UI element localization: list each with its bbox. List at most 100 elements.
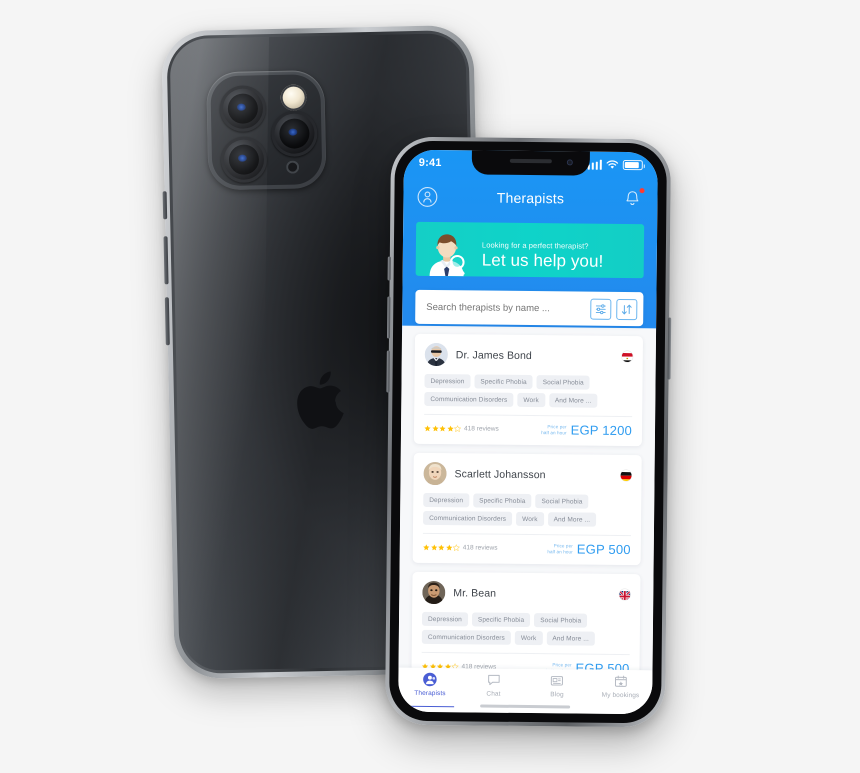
camera-module-inner — [210, 74, 323, 187]
star-rating-icon — [423, 544, 460, 552]
specialty-tags: Depression Specific Phobia Social Phobia… — [424, 373, 632, 408]
flag-germany — [620, 470, 632, 482]
specialty-tags: Depression Specific Phobia Social Phobia… — [423, 492, 631, 527]
front-phone-bezel: 9:41 Therapists Looking for a perfect th… — [388, 140, 668, 724]
camera-module — [206, 69, 327, 191]
back-phone-mute-switch — [162, 191, 168, 220]
profile-icon[interactable] — [416, 186, 438, 208]
camera-lens-bottom-left-icon — [220, 136, 268, 184]
therapist-card[interactable]: Mr. Bean Depression Specific Phobia Soci… — [411, 571, 641, 671]
specialty-tag[interactable]: And More ... — [546, 631, 596, 646]
microphone-hole-icon — [285, 160, 300, 174]
therapist-card-header: Scarlett Johansson — [423, 461, 632, 487]
page-title: Therapists — [496, 189, 565, 207]
price-label-line2: half an hour — [547, 548, 573, 554]
price-value: EGP 1200 — [570, 422, 633, 439]
therapist-card-header: Dr. James Bond — [424, 342, 633, 368]
therapist-card-header: Mr. Bean — [422, 580, 631, 606]
battery-icon — [622, 159, 643, 171]
price-label: Price per half an hour — [547, 543, 573, 555]
app-navigation-bar: Therapists — [403, 180, 657, 217]
device-notch — [471, 149, 590, 176]
wifi-icon — [606, 160, 619, 169]
earpiece-speaker — [509, 158, 552, 164]
rating-block: 418 reviews — [424, 425, 499, 433]
specialty-tags: Depression Specific Phobia Social Phobia… — [421, 611, 630, 646]
front-phone-device: 9:41 Therapists Looking for a perfect th… — [384, 136, 672, 728]
rating-block: 418 reviews — [423, 544, 498, 552]
therapist-list[interactable]: Dr. James Bond Depression Specific Phobi… — [398, 325, 657, 671]
chat-bubble-icon — [486, 673, 501, 688]
therapists-person-icon — [423, 672, 438, 687]
specialty-tag[interactable]: Social Phobia — [535, 494, 589, 509]
notification-bell-icon[interactable] — [622, 187, 646, 210]
specialty-tag[interactable]: Communication Disorders — [424, 391, 514, 407]
specialty-tag[interactable]: Work — [516, 511, 544, 527]
status-bar-time: 9:41 — [418, 156, 442, 170]
specialty-tag[interactable]: Specific Phobia — [471, 612, 531, 628]
specialty-tag[interactable]: Specific Phobia — [474, 374, 533, 390]
price-label-line2: half an hour — [541, 429, 567, 435]
front-phone-power-button — [667, 317, 672, 380]
price-label: Price per half an hour — [541, 424, 567, 436]
specialty-tag[interactable]: And More ... — [548, 393, 598, 408]
tab-my-bookings[interactable]: My bookings — [589, 674, 653, 700]
specialty-tag[interactable]: Communication Disorders — [423, 510, 513, 526]
specialty-tag[interactable]: Work — [517, 392, 545, 408]
camera-flash-icon — [280, 84, 307, 111]
specialty-tag[interactable]: Work — [514, 630, 543, 646]
reviews-count: 418 reviews — [462, 544, 498, 552]
avatar — [422, 580, 446, 605]
calendar-bookings-icon — [613, 674, 628, 689]
camera-lens-middle-right-icon — [270, 110, 318, 158]
front-phone-mute-switch — [387, 256, 391, 281]
apple-logo-icon — [297, 371, 344, 429]
specialty-tag[interactable]: And More ... — [547, 512, 597, 527]
tab-label: Therapists — [414, 689, 446, 698]
therapist-card-footer: 418 reviews Price per half an hour EGP 5… — [422, 532, 631, 566]
scene: 9:41 Therapists Looking for a perfect th… — [0, 0, 860, 773]
front-phone-volume-down-button — [386, 350, 390, 393]
phone-screen: 9:41 Therapists Looking for a perfect th… — [398, 149, 658, 715]
specialty-tag[interactable]: Social Phobia — [534, 613, 588, 628]
camera-lens-top-left-icon — [219, 85, 267, 133]
specialty-tag[interactable]: Depression — [423, 492, 470, 508]
doctor-with-magnifier-illustration — [416, 226, 479, 277]
avatar — [424, 342, 448, 367]
flag-egypt — [621, 351, 633, 363]
star-rating-icon — [424, 425, 462, 433]
status-bar-indicators — [583, 159, 643, 171]
tab-chat[interactable]: Chat — [462, 672, 526, 698]
therapist-card[interactable]: Dr. James Bond Depression Specific Phobi… — [413, 333, 644, 447]
sort-arrows-icon[interactable] — [616, 298, 638, 320]
blog-newspaper-icon — [550, 673, 565, 688]
promo-subtitle: Looking for a perfect therapist? — [481, 240, 589, 251]
promo-banner[interactable]: Looking for a perfect therapist? Let us … — [415, 221, 645, 279]
avatar — [423, 461, 447, 486]
front-camera-icon — [566, 159, 573, 166]
therapist-card[interactable]: Scarlett Johansson Depression Specific P… — [412, 452, 642, 566]
notification-badge — [638, 187, 646, 195]
search-input[interactable] — [426, 301, 586, 315]
specialty-tag[interactable]: Depression — [424, 373, 471, 389]
therapist-name: Scarlett Johansson — [454, 467, 546, 481]
filter-sliders-icon[interactable] — [590, 298, 612, 320]
therapist-card-footer: 418 reviews Price per half an hour EGP 1… — [423, 413, 633, 447]
promo-text-block: Looking for a perfect therapist? Let us … — [478, 240, 604, 277]
specialty-tag[interactable]: Communication Disorders — [421, 629, 511, 645]
therapist-name: Mr. Bean — [453, 586, 497, 600]
tab-therapists[interactable]: Therapists — [398, 672, 462, 698]
promo-title: Let us help you! — [481, 250, 604, 271]
therapist-name: Dr. James Bond — [455, 348, 532, 362]
price-block: Price per half an hour EGP 500 — [547, 541, 631, 558]
search-bar — [415, 289, 644, 327]
tab-label: Blog — [550, 691, 564, 699]
specialty-tag[interactable]: Specific Phobia — [473, 493, 532, 509]
front-phone-volume-up-button — [386, 296, 391, 339]
tab-label: My bookings — [601, 691, 640, 700]
specialty-tag[interactable]: Depression — [421, 611, 468, 627]
specialty-tag[interactable]: Social Phobia — [536, 375, 590, 390]
tab-blog[interactable]: Blog — [525, 673, 589, 699]
price-block: Price per half an hour EGP 1200 — [541, 422, 632, 438]
price-value: EGP 500 — [576, 541, 631, 558]
